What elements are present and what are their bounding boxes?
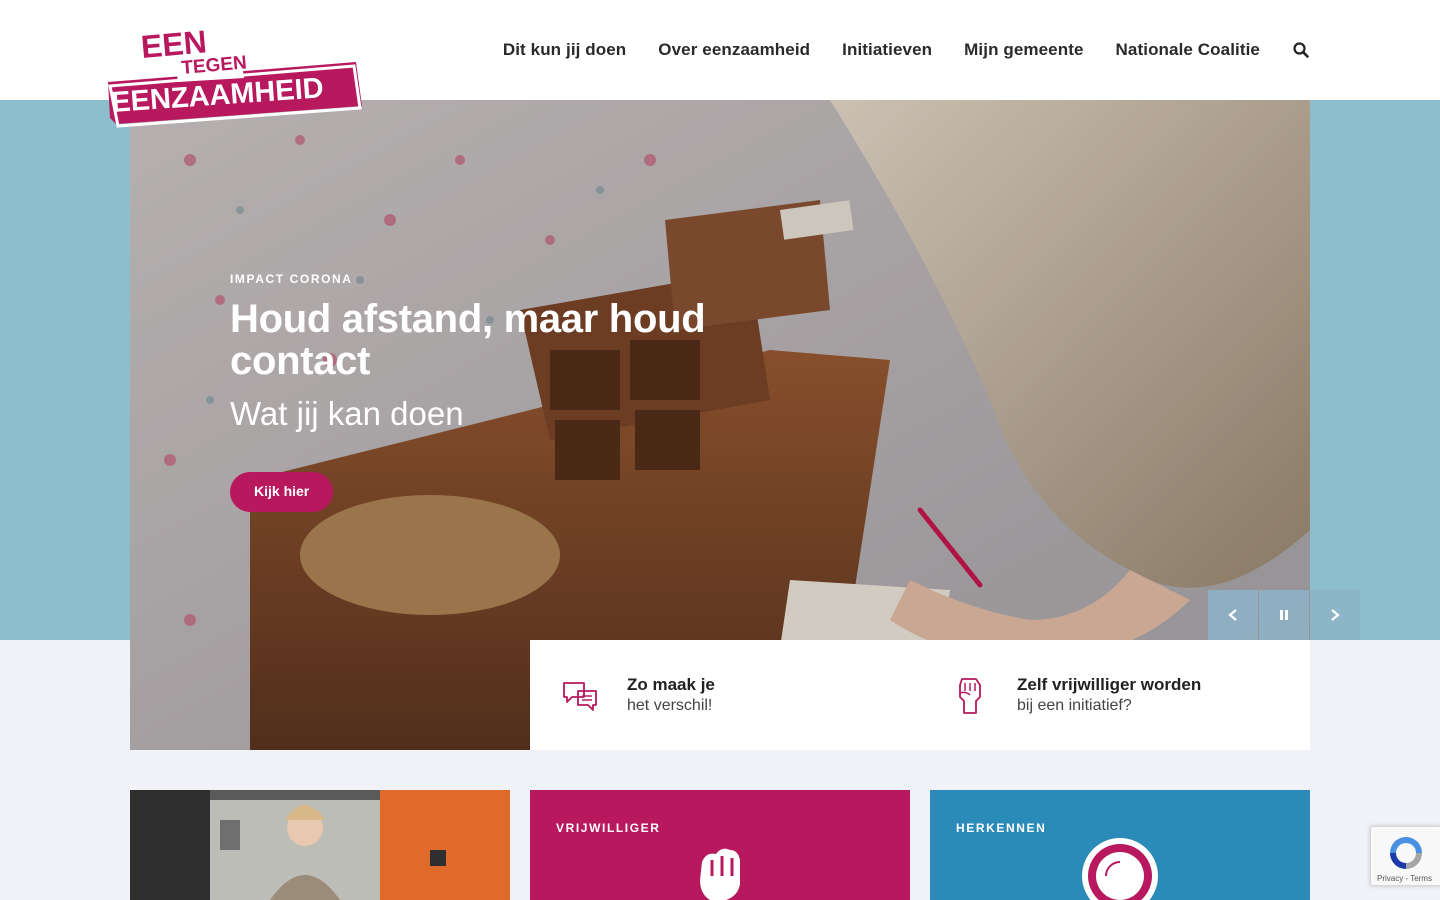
- circle-icon: [1082, 838, 1158, 900]
- site-logo[interactable]: EEN TEGEN EENZAAMHEID: [104, 20, 366, 132]
- hero-subtitle: Wat jij kan doen: [230, 395, 464, 432]
- recaptcha-icon: [1390, 837, 1422, 869]
- hero-title: Houd afstand, maar houd contact: [230, 297, 706, 383]
- nav-item-initiatieven[interactable]: Initiatieven: [842, 40, 932, 60]
- feature-title: Zo maak je: [627, 675, 715, 694]
- card-photo-image: [130, 790, 510, 900]
- card-herkennen[interactable]: HERKENNEN: [930, 790, 1310, 900]
- nav-item-over-eenzaamheid[interactable]: Over eenzaamheid: [658, 40, 810, 60]
- chat-bubbles-icon: [563, 682, 597, 711]
- prev-icon[interactable]: [1208, 590, 1258, 640]
- nav-item-nationale-coalitie[interactable]: Nationale Coalitie: [1116, 40, 1260, 60]
- raised-fist-icon: [959, 678, 981, 714]
- fist-icon: [682, 838, 758, 900]
- hero-cta-button[interactable]: Kijk hier: [230, 472, 334, 512]
- search-icon[interactable]: [1292, 41, 1310, 59]
- main-nav: Dit kun jij doen Over eenzaamheid Initia…: [471, 0, 1310, 100]
- card-label: VRIJWILLIGER: [556, 821, 661, 835]
- feature-zo-maak-je[interactable]: Zo maak je het verschil!: [530, 640, 920, 750]
- feature-strip: Zo maak je het verschil! Zelf vrijwillig…: [530, 640, 1310, 750]
- pause-icon[interactable]: [1259, 590, 1309, 640]
- nav-item-mijn-gemeente[interactable]: Mijn gemeente: [964, 40, 1083, 60]
- recaptcha-links[interactable]: Privacy - Terms: [1377, 874, 1432, 883]
- slider-controls: [1208, 590, 1361, 640]
- recaptcha-badge[interactable]: Privacy - Terms: [1370, 826, 1440, 886]
- feature-title: Zelf vrijwilliger worden: [1017, 675, 1202, 694]
- hero-eyebrow: IMPACT CORONA: [230, 272, 353, 286]
- feature-subtitle: bij een initiatief?: [1017, 697, 1132, 714]
- feature-subtitle: het verschil!: [627, 697, 713, 714]
- card-photo[interactable]: [130, 790, 510, 900]
- nav-item-dit-kun-jij-doen[interactable]: Dit kun jij doen: [503, 40, 626, 60]
- hero-text: IMPACT CORONA Houd afstand, maar houd co…: [230, 272, 750, 512]
- card-label: HERKENNEN: [956, 821, 1047, 835]
- feature-vrijwilliger[interactable]: Zelf vrijwilliger worden bij een initiat…: [920, 640, 1310, 750]
- card-vrijwilliger[interactable]: VRIJWILLIGER: [530, 790, 910, 900]
- next-icon[interactable]: [1310, 590, 1360, 640]
